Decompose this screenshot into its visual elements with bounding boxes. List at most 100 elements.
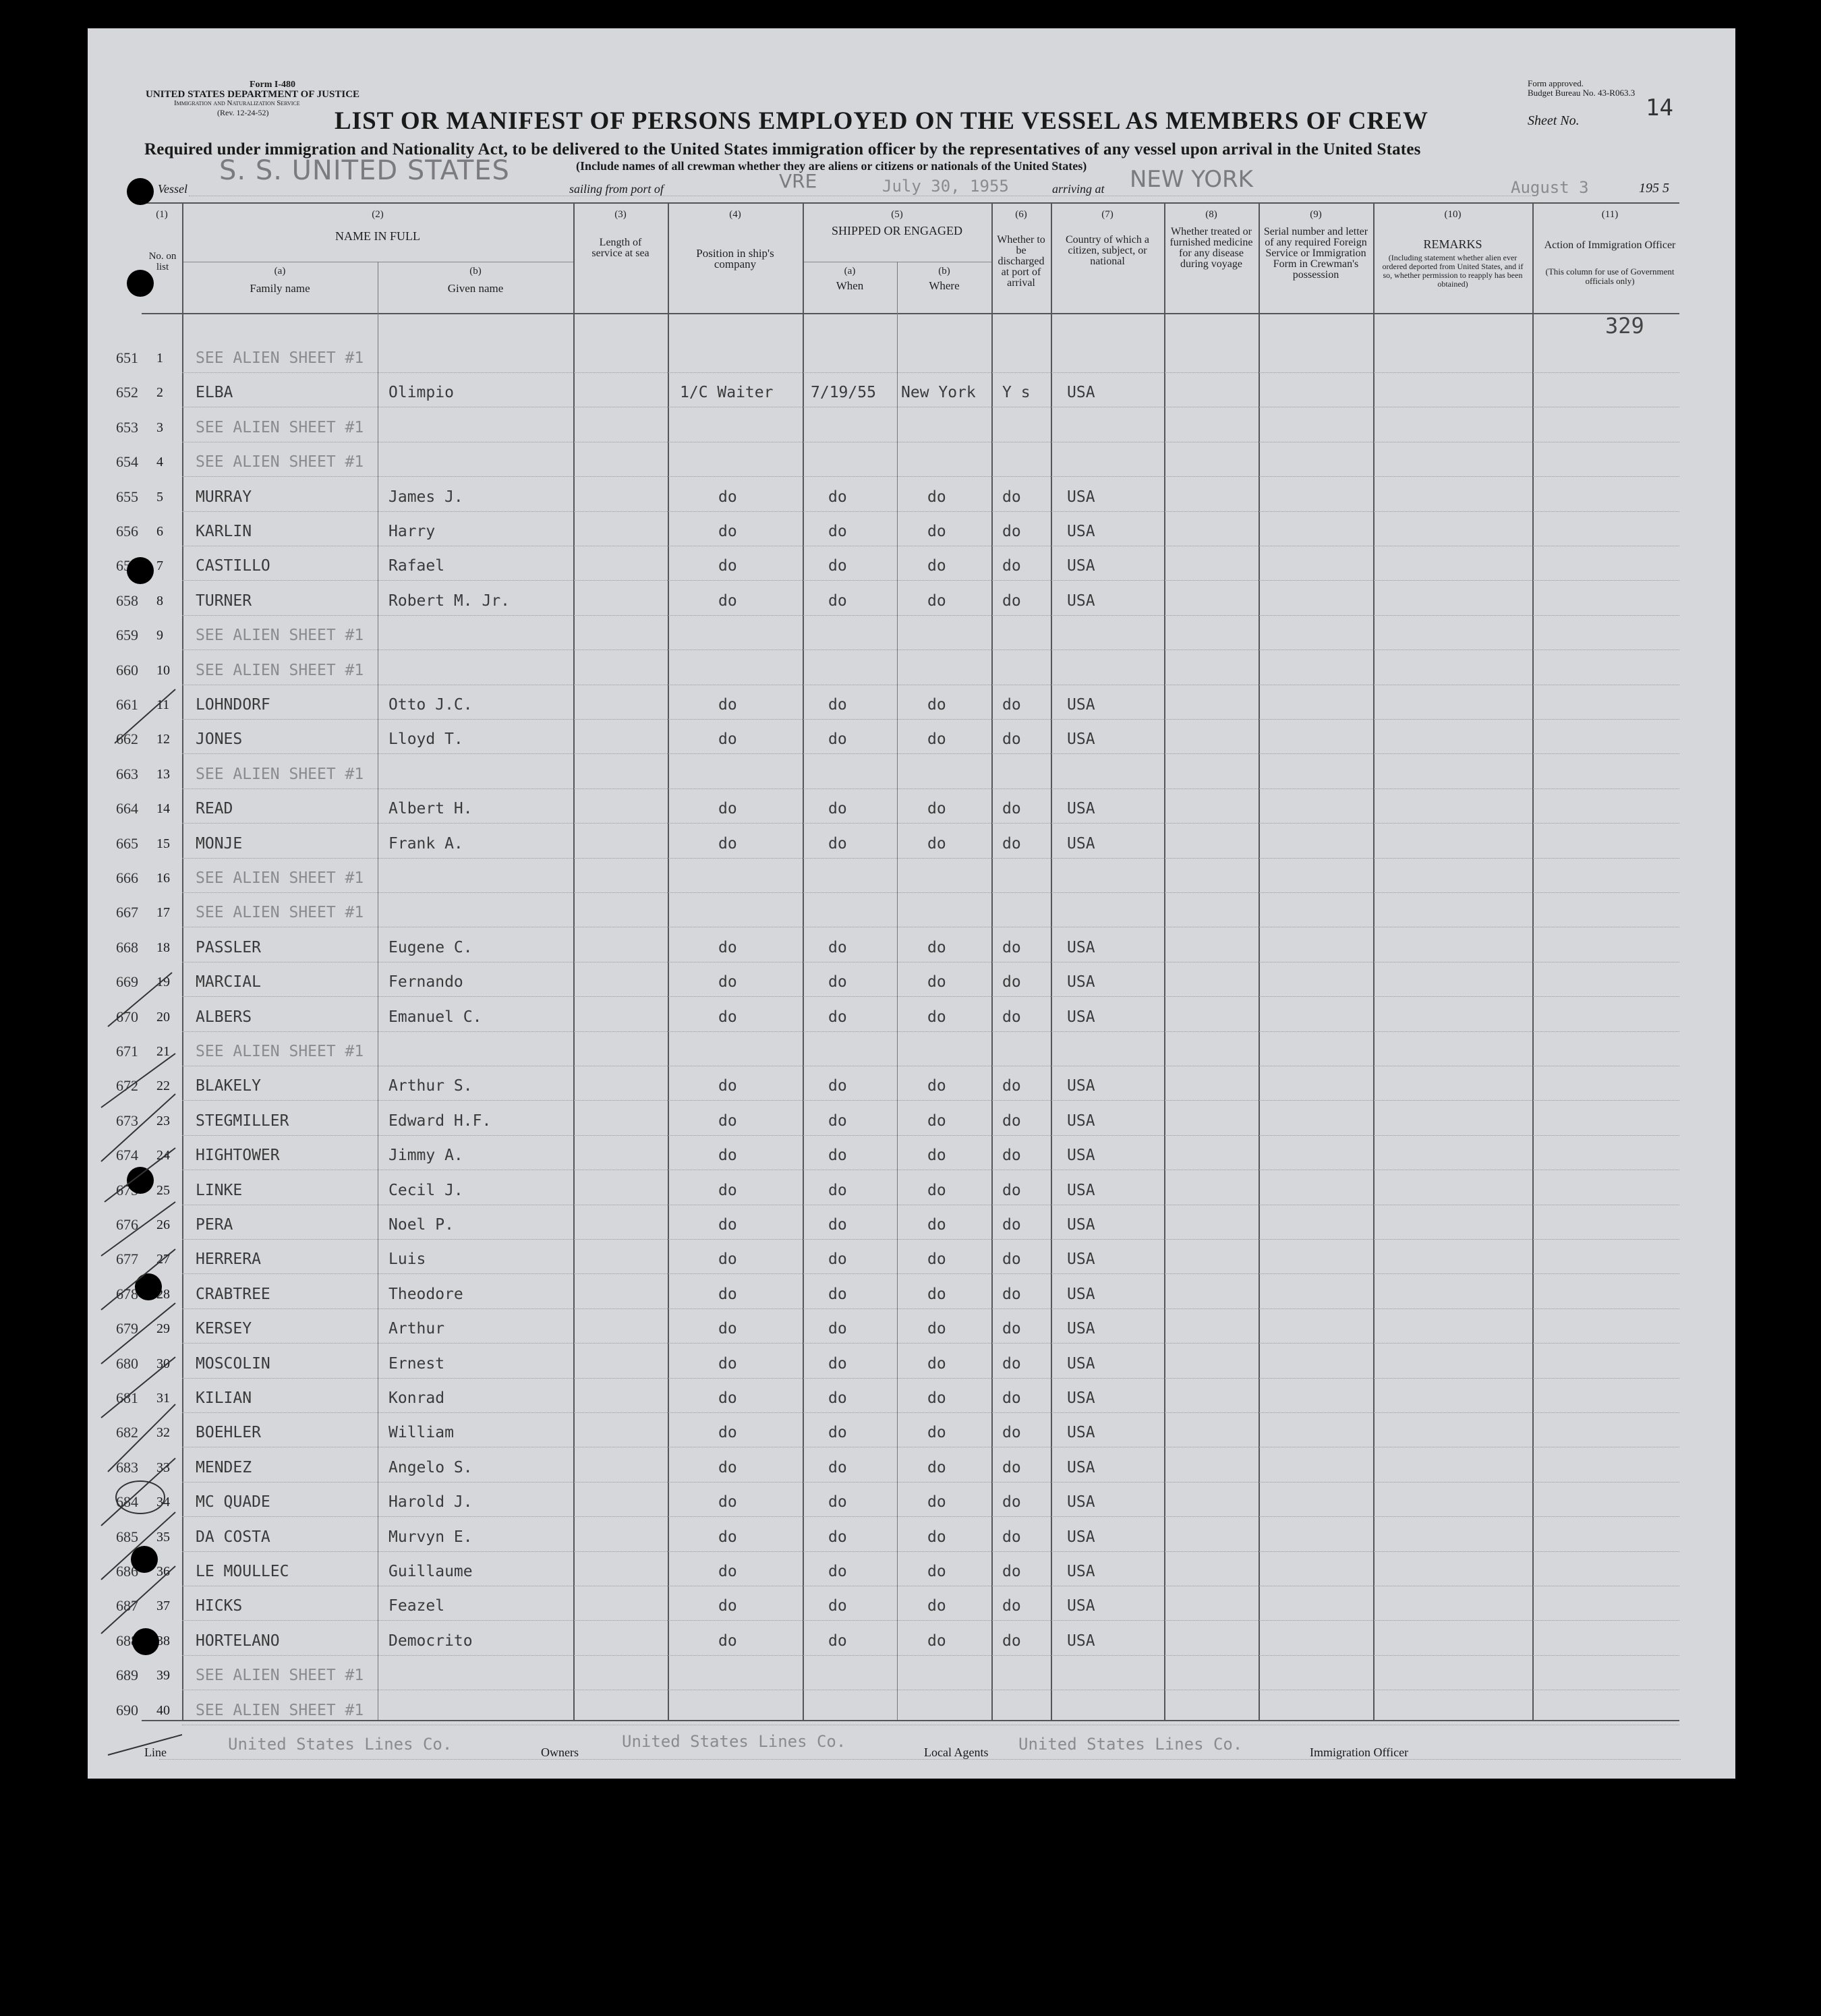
shipped-where: do: [927, 1216, 946, 1234]
col9-num: (9): [1310, 209, 1322, 220]
given-name: Arthur: [388, 1320, 445, 1338]
row-rule: [182, 1308, 1679, 1309]
given-name: Noel P.: [388, 1216, 454, 1234]
shipped-where: do: [927, 1493, 946, 1511]
col6-num: (6): [1015, 209, 1027, 220]
family-name: MURRAY: [196, 488, 252, 506]
position: do: [718, 800, 737, 818]
shipped-when: do: [828, 1112, 847, 1130]
given-name: Robert M. Jr.: [388, 592, 511, 610]
col11-label: Action of Immigration Officer: [1544, 239, 1676, 251]
given-name: Harry: [388, 523, 436, 540]
col7-num: (7): [1101, 209, 1114, 220]
discharged: do: [1002, 557, 1021, 575]
shipped-when: do: [828, 592, 847, 610]
country: USA: [1067, 730, 1095, 749]
discharged: do: [1002, 523, 1021, 540]
row-rule: [182, 1551, 1679, 1552]
given-name: Democrito: [388, 1632, 473, 1650]
shipped-where: do: [927, 1563, 946, 1580]
form-revision: (Rev. 12-24-52): [217, 108, 269, 117]
family-name: TURNER: [196, 592, 252, 610]
given-name: James J.: [388, 488, 463, 506]
shipped-where: do: [927, 938, 946, 956]
alien-sheet-ref: SEE ALIEN SHEET #1: [196, 453, 364, 471]
shipped-when: do: [828, 1320, 847, 1338]
col3-label: Length of service at sea: [591, 237, 649, 259]
position: do: [718, 523, 737, 540]
col5a-label: When: [836, 279, 864, 292]
discharged: do: [1002, 1597, 1021, 1615]
given-name: Edward H.F.: [388, 1112, 492, 1130]
shipped-where: New York: [901, 384, 976, 402]
owners-value: United States Lines Co.: [622, 1732, 846, 1751]
given-name: Harold J.: [388, 1493, 473, 1511]
given-name: Angelo S.: [388, 1458, 473, 1476]
country: USA: [1067, 1112, 1095, 1130]
country: USA: [1067, 1632, 1095, 1650]
shipped-when: do: [828, 1008, 847, 1026]
shipped-where: do: [927, 834, 946, 853]
shipped-where: do: [927, 1632, 946, 1650]
position: do: [718, 1597, 737, 1615]
country: USA: [1067, 1528, 1095, 1546]
col7-label: Country of which a citizen, subject, or …: [1066, 234, 1149, 267]
shipped-when: do: [828, 834, 847, 853]
given-name: Fernando: [388, 973, 463, 991]
row-rule: [182, 614, 1679, 616]
shipped-where: do: [927, 557, 946, 575]
given-name: Otto J.C.: [388, 696, 473, 714]
position: do: [718, 1528, 737, 1546]
alien-sheet-ref: SEE ALIEN SHEET #1: [196, 661, 364, 679]
family-name: CASTILLO: [196, 557, 270, 575]
country: USA: [1067, 1285, 1095, 1303]
officer-label: Immigration Officer: [1310, 1746, 1409, 1759]
page-title: LIST OR MANIFEST OF PERSONS EMPLOYED ON …: [335, 107, 1428, 135]
discharged: do: [1002, 1354, 1021, 1373]
row-rule: [182, 1412, 1679, 1413]
arrival-date: August 3: [1511, 178, 1589, 197]
position: do: [718, 1216, 737, 1234]
position: do: [718, 1632, 737, 1650]
position: do: [718, 1077, 737, 1095]
country: USA: [1067, 1597, 1095, 1615]
country: USA: [1067, 1320, 1095, 1338]
shipped-when: do: [828, 696, 847, 714]
col5-num: (5): [891, 209, 903, 220]
family-name: KARLIN: [196, 523, 252, 540]
position: do: [718, 1563, 737, 1580]
discharged: do: [1002, 1632, 1021, 1650]
approval-line-2: Budget Bureau No. 43-R063.3: [1528, 88, 1636, 98]
country: USA: [1067, 1216, 1095, 1234]
country: USA: [1067, 1250, 1095, 1269]
col10-label: REMARKS: [1423, 237, 1482, 251]
row-rule: [182, 996, 1679, 998]
row-rule: [182, 1134, 1679, 1136]
col3-num: (3): [614, 209, 627, 220]
position: do: [718, 1389, 737, 1407]
col10-num: (10): [1444, 209, 1462, 220]
shipped-when: do: [828, 523, 847, 540]
discharged: do: [1002, 1181, 1021, 1199]
shipped-where: do: [927, 1112, 946, 1130]
col2-label: NAME IN FULL: [335, 229, 420, 243]
family-name: MARCIAL: [196, 973, 261, 991]
alien-sheet-ref: SEE ALIEN SHEET #1: [196, 765, 364, 783]
family-name: JONES: [196, 730, 243, 749]
shipped-when: do: [828, 800, 847, 818]
col2b-label: Given name: [447, 282, 504, 295]
position: do: [718, 1354, 737, 1373]
country: USA: [1067, 1563, 1095, 1580]
sheet-number: 14: [1646, 94, 1673, 121]
given-name: Jimmy A.: [388, 1147, 463, 1165]
family-name: LOHNDORF: [196, 696, 270, 714]
position: do: [718, 1181, 737, 1199]
crew-note: (Include names of all crewman whether th…: [576, 159, 1087, 173]
discharged: do: [1002, 834, 1021, 853]
country: USA: [1067, 1181, 1095, 1199]
col2a-label: Family name: [250, 282, 310, 295]
discharged: Y s: [1002, 384, 1031, 402]
discharged: do: [1002, 1008, 1021, 1026]
country: USA: [1067, 1389, 1095, 1407]
given-name: Albert H.: [388, 800, 473, 818]
